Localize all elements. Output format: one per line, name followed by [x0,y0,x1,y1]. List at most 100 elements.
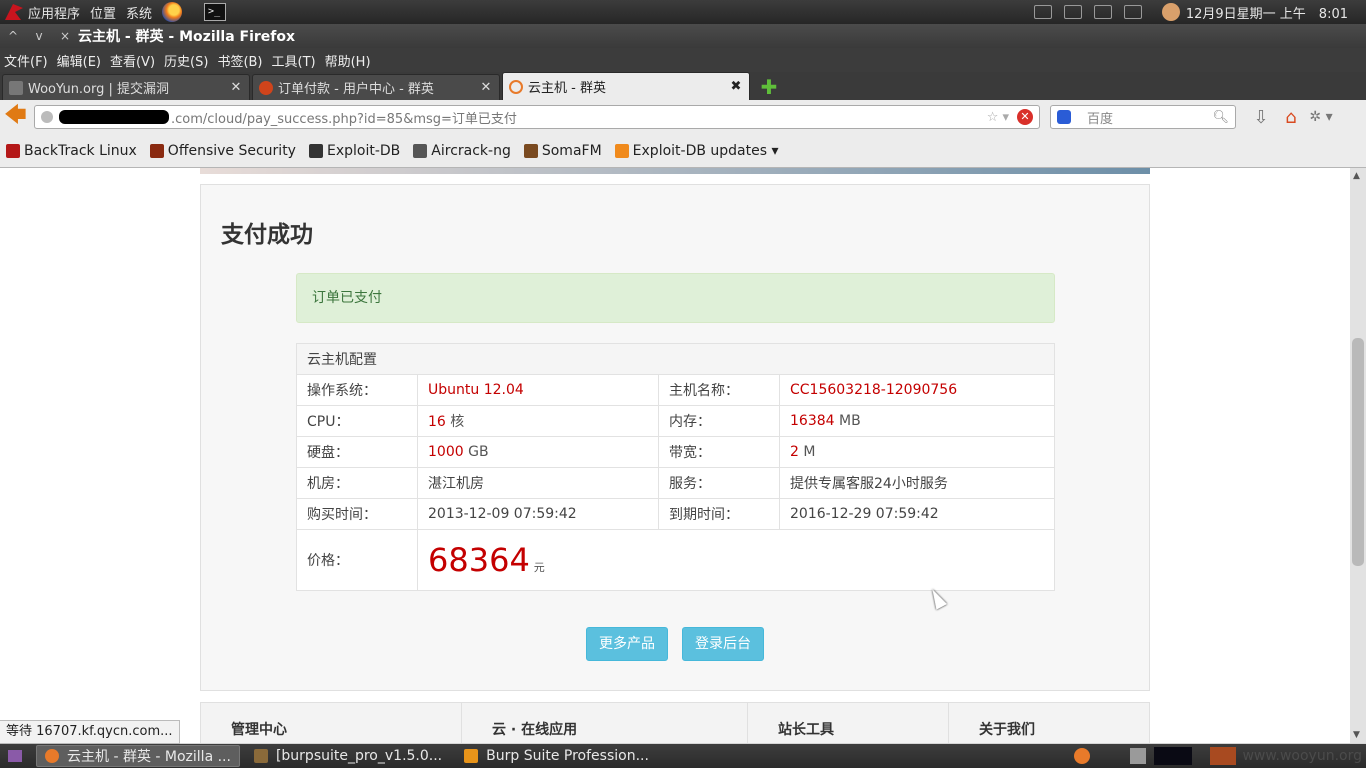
top-panel: 应用程序 位置 系统 >_ 12月9日星期一 上午 8:01 [0,0,1366,24]
minimize-button[interactable]: v [26,29,52,43]
table-row: 价格： 68364 元 [296,529,1055,591]
url-text[interactable]: .com/cloud/pay_success.php?id=85&msg=订单已… [171,108,987,127]
bookmark-exploit-db[interactable]: Exploit-DB [308,142,401,159]
tab-label: WooYun.org | 提交漏洞 [28,82,170,97]
footer-admin-center[interactable]: 管理中心 [201,703,462,743]
network-icon[interactable] [1063,5,1082,19]
new-tab-button[interactable]: ✚ [756,76,782,100]
show-desktop-icon[interactable] [8,750,22,762]
bookmark-aircrack[interactable]: Aircrack-ng [413,143,511,159]
search-input[interactable]: 百度 [1087,108,1212,127]
close-tab-icon[interactable]: ✖ [729,79,743,94]
page-viewport: 支付成功 订单已支付 云主机配置 操作系统： Ubuntu 12.04 主机名称… [0,168,1350,743]
table-row: 购买时间： 2013-12-09 07:59:42 到期时间： 2016-12-… [296,498,1055,530]
bookmark-label: Exploit-DB [326,142,401,159]
window-titlebar[interactable]: ^ v × 云主机 - 群英 - Mozilla Firefox [0,24,1366,48]
user-icon[interactable] [1161,3,1180,21]
folder-icon [253,749,268,763]
wooyun-favicon-icon [9,80,23,95]
footer-webmaster-tools[interactable]: 站长工具 [748,703,949,743]
close-tab-icon[interactable]: ✕ [229,80,243,95]
bottom-taskbar: 云主机 - 群英 - Mozilla ... [burpsuite_pro_v1… [0,744,1366,768]
menu-applications[interactable]: 应用程序 [28,3,80,22]
menu-places[interactable]: 位置 [90,3,116,22]
bookmark-backtrack[interactable]: BackTrack Linux [6,143,137,159]
scroll-up-icon[interactable]: ▲ [1353,171,1360,181]
url-bar[interactable]: .com/cloud/pay_success.php?id=85&msg=订单已… [34,105,1040,129]
expire-time-value: 2016-12-29 07:59:42 [779,498,1055,530]
workspace-switcher-icon[interactable] [1210,747,1237,765]
os-label: 操作系统： [296,374,418,406]
tab-cloud-host[interactable]: 云主机 - 群英 ✖ [502,72,750,100]
back-arrow-icon[interactable]: 🡄 [4,98,34,136]
system-monitor-icon[interactable] [1154,747,1193,765]
taskbar-burp-suite[interactable]: Burp Suite Profession... [456,745,657,767]
close-tab-icon[interactable]: ✕ [479,80,493,95]
disk-label: 硬盘： [296,436,418,468]
menu-view[interactable]: 查看(V) [110,51,155,70]
expire-time-label: 到期时间： [658,498,780,530]
taskbar-tray: www.wooyun.org [1074,744,1366,768]
menu-history[interactable]: 历史(S) [164,51,208,70]
purchase-time-value: 2013-12-09 07:59:42 [417,498,659,530]
firefox-tray-icon[interactable] [1074,748,1091,764]
footer-cloud-apps[interactable]: 云 · 在线应用 [462,703,748,743]
taskbar-firefox[interactable]: 云主机 - 群英 - Mozilla ... [36,745,240,767]
cpu-label: CPU： [296,405,418,437]
footer-about-us[interactable]: 关于我们 [949,703,1149,743]
maximize-button[interactable]: ^ [0,29,26,43]
baidu-engine-icon[interactable] [1057,110,1071,124]
menu-file[interactable]: 文件(F) [4,51,48,70]
price-label: 价格： [296,529,418,591]
bookmark-label: SomaFM [541,142,602,159]
bookmark-star-icon[interactable]: ☆ ▾ [987,110,1009,125]
mail-icon[interactable] [1123,5,1142,19]
payment-result-panel: 支付成功 订单已支付 云主机配置 操作系统： Ubuntu 12.04 主机名称… [200,184,1150,691]
config-table: 云主机配置 操作系统： Ubuntu 12.04 主机名称： CC1560321… [296,343,1055,591]
menu-tools[interactable]: 工具(T) [272,51,316,70]
tab-label: 云主机 - 群英 [528,81,606,96]
search-box[interactable]: 百度 🔍︎ [1050,105,1236,129]
banner-strip [200,168,1150,174]
bookmark-somafm[interactable]: SomaFM [523,142,602,159]
more-products-button[interactable]: 更多产品 [586,627,668,661]
bookmark-exploitdb-updates[interactable]: Exploit-DB updates ▾ [614,143,779,159]
tab-order-payment[interactable]: 订单付款 - 用户中心 - 群英 ✕ [252,74,500,100]
site-identity-icon[interactable] [41,111,53,123]
page-title: 支付成功 [221,222,313,248]
table-row: 机房： 湛江机房 服务： 提供专属客服24小时服务 [296,467,1055,499]
addon-icon[interactable]: ✲ ▾ [1306,109,1336,125]
trash-icon[interactable] [1130,748,1147,764]
home-icon[interactable]: ⌂ [1276,107,1306,128]
tab-wooyun[interactable]: WooYun.org | 提交漏洞 ✕ [2,74,250,100]
menu-help[interactable]: 帮助(H) [325,51,371,70]
keyboard-icon[interactable] [1033,5,1052,19]
scroll-down-icon[interactable]: ▼ [1353,730,1360,740]
menu-edit[interactable]: 编辑(E) [57,51,101,70]
download-arrow-icon[interactable]: ⇩ [1246,107,1276,128]
hostname-label: 主机名称： [658,374,780,406]
loading-spinner-icon [509,79,523,94]
vertical-scrollbar[interactable]: ▲ ▼ [1350,168,1366,743]
scroll-thumb[interactable] [1352,338,1364,566]
search-icon[interactable]: 🔍︎ [1212,110,1229,125]
menubar: 文件(F) 编辑(E) 查看(V) 历史(S) 书签(B) 工具(T) 帮助(H… [0,48,1366,72]
taskbar-burp-folder[interactable]: [burpsuite_pro_v1.5.0... [246,745,450,767]
bookmark-offensive-security[interactable]: Offensive Security [149,143,296,159]
menu-system[interactable]: 系统 [126,3,152,22]
volume-icon[interactable] [1093,5,1112,19]
clock[interactable]: 12月9日星期一 上午 8:01 [1186,3,1348,22]
login-backend-button[interactable]: 登录后台 [682,627,764,661]
bandwidth-value: 2 M [779,436,1055,468]
terminal-launcher-icon[interactable]: >_ [204,3,227,21]
firefox-launcher-icon[interactable] [162,2,183,22]
table-row: 操作系统： Ubuntu 12.04 主机名称： CC15603218-1209… [296,374,1055,406]
backtrack-dragon-icon[interactable] [0,0,28,24]
firefox-icon [45,749,59,763]
price-unit: 元 [533,561,545,574]
stop-icon[interactable]: ✕ [1017,109,1033,125]
close-window-button[interactable]: × [52,29,78,43]
os-value: Ubuntu 12.04 [417,374,659,406]
taskbar-label: 云主机 - 群英 - Mozilla ... [67,749,231,765]
menu-bookmarks[interactable]: 书签(B) [217,51,262,70]
